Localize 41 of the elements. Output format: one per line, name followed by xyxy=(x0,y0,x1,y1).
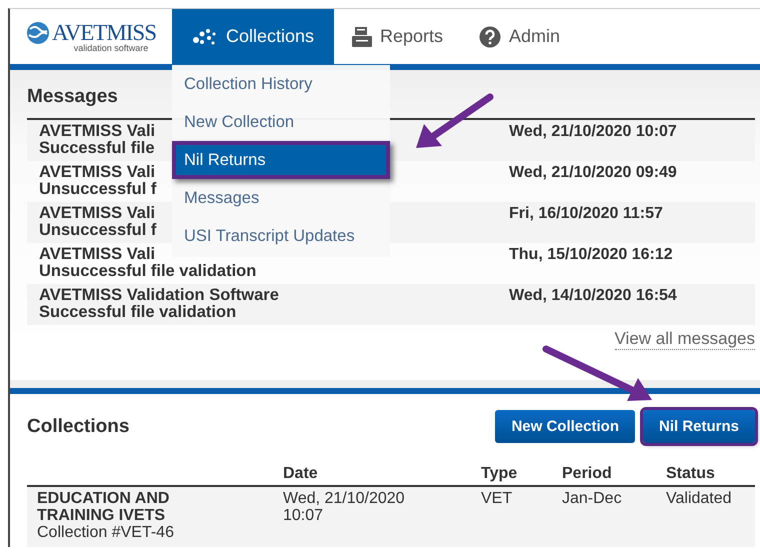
menu-item[interactable]: New Collection xyxy=(172,103,390,141)
message-detail: Unsuccessful f xyxy=(39,181,156,198)
logo-tagline: validation software xyxy=(74,43,148,53)
message-date: Wed, 21/10/2020 10:07 xyxy=(509,122,677,141)
message-title: AVETMISS Vali xyxy=(39,205,156,222)
message-date: Wed, 21/10/2020 09:49 xyxy=(509,163,677,182)
table-cell: VET xyxy=(481,490,512,507)
nav-tab[interactable]: Collections xyxy=(172,9,334,64)
globe-icon xyxy=(26,21,50,45)
message-detail: Successful file xyxy=(39,140,155,157)
message-detail: Unsuccessful f xyxy=(39,222,156,239)
logo[interactable]: AVETMISS validation software xyxy=(10,9,172,64)
menu-item[interactable]: Collection History xyxy=(172,65,390,103)
printer-icon xyxy=(352,26,372,48)
message-date: Wed, 14/10/2020 16:54 xyxy=(509,286,677,305)
messages-heading: Messages xyxy=(27,86,118,108)
menu-item[interactable]: Nil Returns xyxy=(172,141,390,179)
message-detail: Successful file validation xyxy=(39,304,236,321)
menu-item[interactable]: Messages xyxy=(172,179,390,217)
message-title: AVETMISS Validation Software xyxy=(39,287,279,304)
collection-button[interactable]: Nil Returns xyxy=(642,410,755,443)
table-cell: Jan-Dec xyxy=(562,490,622,507)
message-title: AVETMISS Vali xyxy=(39,164,156,181)
dots-icon xyxy=(192,28,218,46)
nav-tab[interactable]: Reports xyxy=(334,9,462,64)
message-date: Thu, 15/10/2020 16:12 xyxy=(509,245,673,264)
message-title: AVETMISS Vali xyxy=(39,246,156,263)
menu-item[interactable]: USI Transcript Updates xyxy=(172,217,390,255)
table-cell: Validated xyxy=(666,490,732,507)
table-cell-text: Wed, 21/10/2020 10:07 xyxy=(283,490,406,524)
help-icon xyxy=(479,26,502,48)
collection-name: EDUCATION AND TRAINING IVETS xyxy=(37,490,170,524)
collection-button[interactable]: New Collection xyxy=(495,410,635,443)
logo-name: AVETMISS xyxy=(52,20,156,45)
collection-id: Collection #VET-46 xyxy=(37,524,175,541)
message-detail: Unsuccessful file validation xyxy=(39,263,256,280)
message-title: AVETMISS Vali xyxy=(39,123,156,140)
collections-heading: Collections xyxy=(27,416,130,438)
nav-tab[interactable]: Admin xyxy=(461,9,578,64)
view-all-messages-link[interactable]: View all messages xyxy=(614,329,755,350)
message-date: Fri, 16/10/2020 11:57 xyxy=(509,204,663,223)
